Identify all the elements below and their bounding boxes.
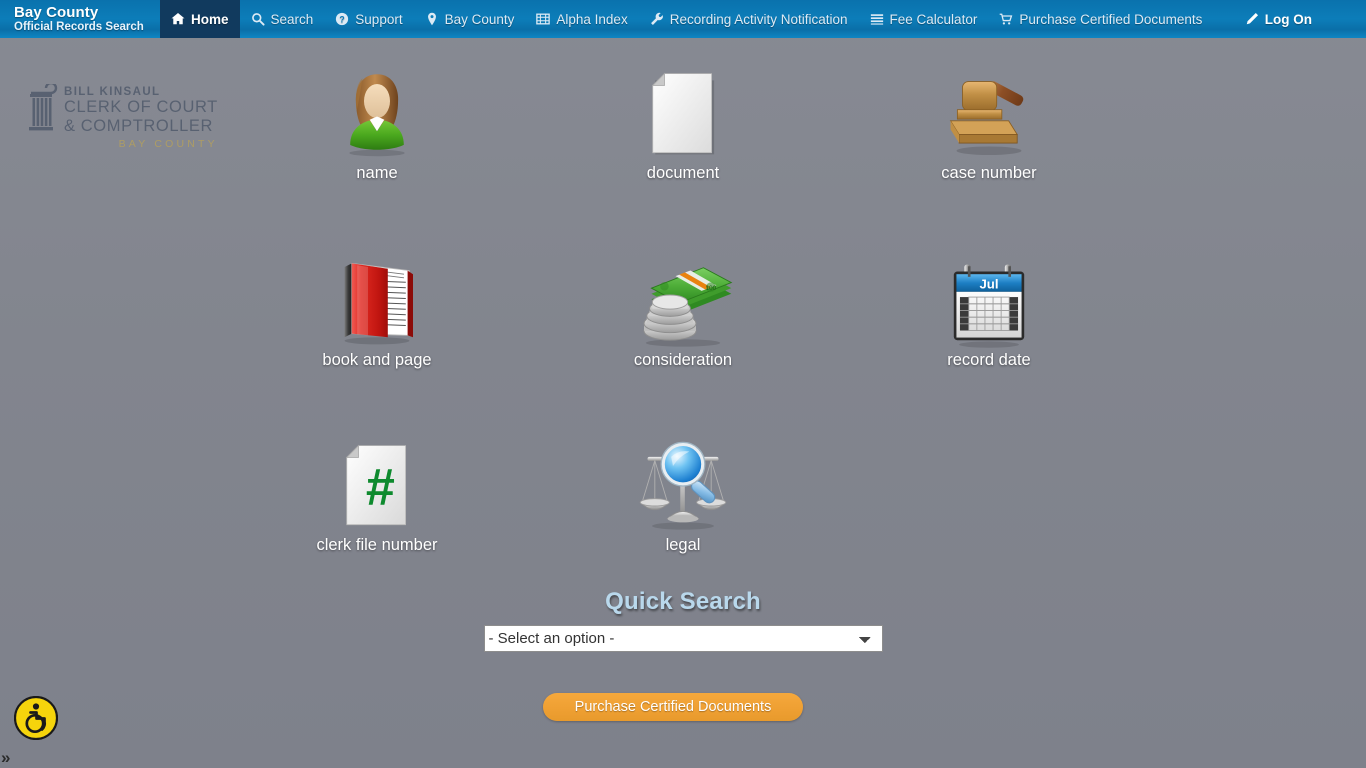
nav-label-bay-county: Bay County: [444, 11, 515, 27]
brand-subtitle: Official Records Search: [14, 21, 146, 33]
navigation-items: Home Search ? Support Bay County Alpha I…: [160, 0, 1366, 38]
nav-label-search: Search: [270, 11, 314, 27]
svg-text:#: #: [366, 459, 395, 517]
tile-label-book-and-page: book and page: [322, 351, 432, 369]
wrench-icon: [650, 12, 664, 26]
nav-item-fee-calculator[interactable]: Fee Calculator: [859, 0, 989, 38]
gavel-icon: [836, 52, 1142, 164]
nav-label-recording-activity-notification: Recording Activity Notification: [669, 11, 848, 27]
tile-book-and-page[interactable]: book and page: [224, 239, 530, 370]
log-on-label: Log On: [1264, 11, 1312, 27]
tile-name[interactable]: name: [224, 52, 530, 183]
nav-label-home: Home: [191, 11, 229, 27]
nav-label-alpha-index: Alpha Index: [556, 11, 628, 27]
nav-label-purchase-certified-documents: Purchase Certified Documents: [1019, 11, 1203, 27]
grid-table-icon: [536, 12, 551, 26]
brand-subtitle-light: Search: [102, 20, 144, 33]
tile-label-consideration: consideration: [633, 351, 733, 369]
tile-label-record-date: record date: [947, 351, 1031, 369]
tile-row: # clerk file number legal: [0, 424, 1366, 555]
nav-label-fee-calculator: Fee Calculator: [889, 11, 978, 27]
document-hash-icon: #: [224, 424, 530, 536]
brand-county-name: Bay County: [14, 4, 99, 22]
accessibility-widget-button[interactable]: [13, 695, 59, 741]
tile-label-case-number: case number: [941, 164, 1037, 182]
tile-record-date[interactable]: Jul record date: [836, 239, 1142, 370]
document-page-icon: [530, 52, 836, 164]
calendar-month-label: Jul: [979, 276, 998, 291]
brand-title: Bay County Official Records Search: [0, 0, 160, 38]
tile-row: book and page 100 consideration Jul reco…: [0, 239, 1366, 370]
nav-item-recording-activity-notification[interactable]: Recording Activity Notification: [639, 0, 859, 38]
tile-label-name: name: [356, 164, 398, 182]
list-lines-icon: [870, 12, 884, 26]
search-icon: [251, 12, 265, 26]
help-circle-icon: ?: [335, 12, 349, 26]
purchase-certified-documents-button[interactable]: Purchase Certified Documents: [543, 693, 803, 721]
person-avatar-icon: [224, 52, 530, 164]
log-on-button[interactable]: Log On: [1234, 0, 1366, 38]
tile-label-legal: legal: [665, 536, 701, 554]
nav-item-search[interactable]: Search: [240, 0, 325, 38]
nav-item-home[interactable]: Home: [160, 0, 240, 38]
map-pin-icon: [425, 12, 439, 26]
accessibility-expand-chevron[interactable]: »: [1, 749, 10, 766]
nav-item-support[interactable]: ? Support: [324, 0, 413, 38]
tile-legal[interactable]: legal: [530, 424, 836, 555]
svg-text:?: ?: [340, 14, 345, 24]
tile-label-document: document: [646, 164, 720, 182]
home-icon: [171, 12, 185, 26]
tile-case-number[interactable]: case number: [836, 52, 1142, 183]
red-book-icon: [224, 239, 530, 351]
nav-item-purchase-certified-documents[interactable]: Purchase Certified Documents: [988, 0, 1213, 38]
quick-search-section: Quick Search - Select an option -: [0, 588, 1366, 652]
money-coins-icon: 100: [530, 239, 836, 351]
shopping-cart-icon: [999, 12, 1013, 26]
calendar-icon: Jul: [836, 239, 1142, 351]
tile-clerk-file-number[interactable]: # clerk file number: [224, 424, 530, 555]
quick-search-select[interactable]: - Select an option -: [483, 625, 883, 652]
nav-item-bay-county[interactable]: Bay County: [414, 0, 526, 38]
wheelchair-accessibility-icon: [13, 695, 59, 741]
scales-magnifier-icon: [530, 424, 836, 536]
tile-document[interactable]: document: [530, 52, 836, 183]
tile-consideration[interactable]: 100 consideration: [530, 239, 836, 370]
tile-label-clerk-file-number: clerk file number: [316, 536, 438, 554]
nav-item-alpha-index[interactable]: Alpha Index: [525, 0, 638, 38]
brand-subtitle-bold: Official Records: [14, 20, 103, 33]
pencil-icon: [1245, 12, 1259, 26]
tile-row: name document case number: [0, 52, 1366, 183]
search-category-grid: name document case number book and page …: [0, 52, 1366, 555]
top-navigation-bar: Bay County Official Records Search Home …: [0, 0, 1366, 38]
nav-label-support: Support: [355, 11, 403, 27]
svg-text:100: 100: [705, 285, 716, 292]
quick-search-title: Quick Search: [605, 588, 761, 615]
